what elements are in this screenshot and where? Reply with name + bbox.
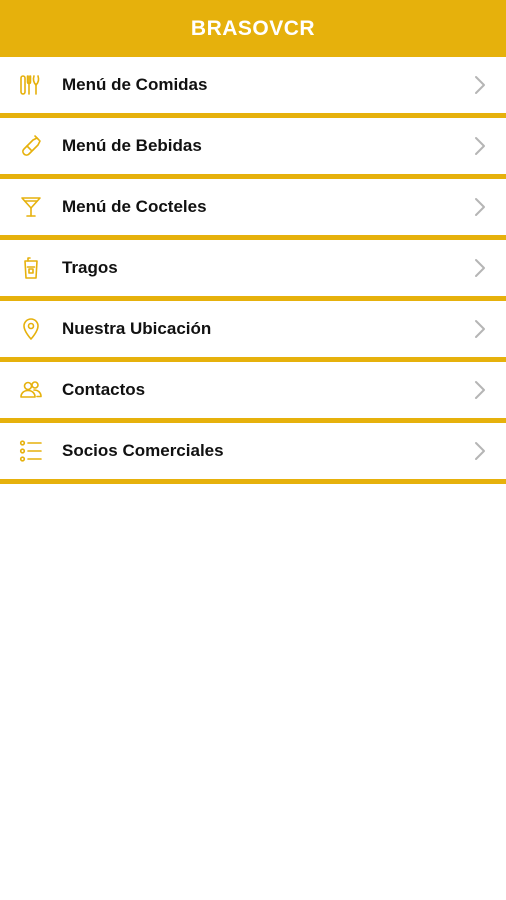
location-pin-icon bbox=[16, 314, 46, 344]
chevron-right-icon bbox=[472, 379, 488, 401]
menu-item-socios[interactable]: Socios Comerciales bbox=[0, 423, 506, 484]
header-bar: BRASOVCR bbox=[0, 0, 506, 57]
chevron-right-icon bbox=[472, 74, 488, 96]
chevron-right-icon bbox=[472, 135, 488, 157]
cocktail-icon bbox=[16, 192, 46, 222]
glass-icon bbox=[16, 253, 46, 283]
menu-item-label: Socios Comerciales bbox=[62, 441, 224, 460]
contacts-icon bbox=[16, 375, 46, 405]
app-title: BRASOVCR bbox=[190, 16, 316, 40]
chevron-right-icon bbox=[472, 318, 488, 340]
menu-item-tragos[interactable]: Tragos bbox=[0, 240, 506, 301]
menu-item-label: Menú de Comidas bbox=[62, 75, 208, 94]
menu-item-cocteles[interactable]: Menú de Cocteles bbox=[0, 179, 506, 240]
chevron-right-icon bbox=[472, 257, 488, 279]
menu-item-label: Tragos bbox=[62, 258, 118, 277]
main-menu: Menú de Comidas Menú de Bebidas Menú de … bbox=[0, 57, 506, 484]
menu-item-label: Menú de Cocteles bbox=[62, 197, 207, 216]
bottle-icon bbox=[16, 131, 46, 161]
list-icon bbox=[16, 436, 46, 466]
app-screen: BRASOVCR Menú de Comidas Menú de Bebidas… bbox=[0, 0, 506, 900]
menu-item-comidas[interactable]: Menú de Comidas bbox=[0, 57, 506, 118]
menu-item-contactos[interactable]: Contactos bbox=[0, 362, 506, 423]
chevron-right-icon bbox=[472, 196, 488, 218]
utensils-icon bbox=[16, 70, 46, 100]
menu-item-bebidas[interactable]: Menú de Bebidas bbox=[0, 118, 506, 179]
menu-item-label: Menú de Bebidas bbox=[62, 136, 202, 155]
menu-item-label: Nuestra Ubicación bbox=[62, 319, 212, 338]
menu-item-label: Contactos bbox=[62, 380, 146, 399]
menu-item-ubicacion[interactable]: Nuestra Ubicación bbox=[0, 301, 506, 362]
chevron-right-icon bbox=[472, 440, 488, 462]
